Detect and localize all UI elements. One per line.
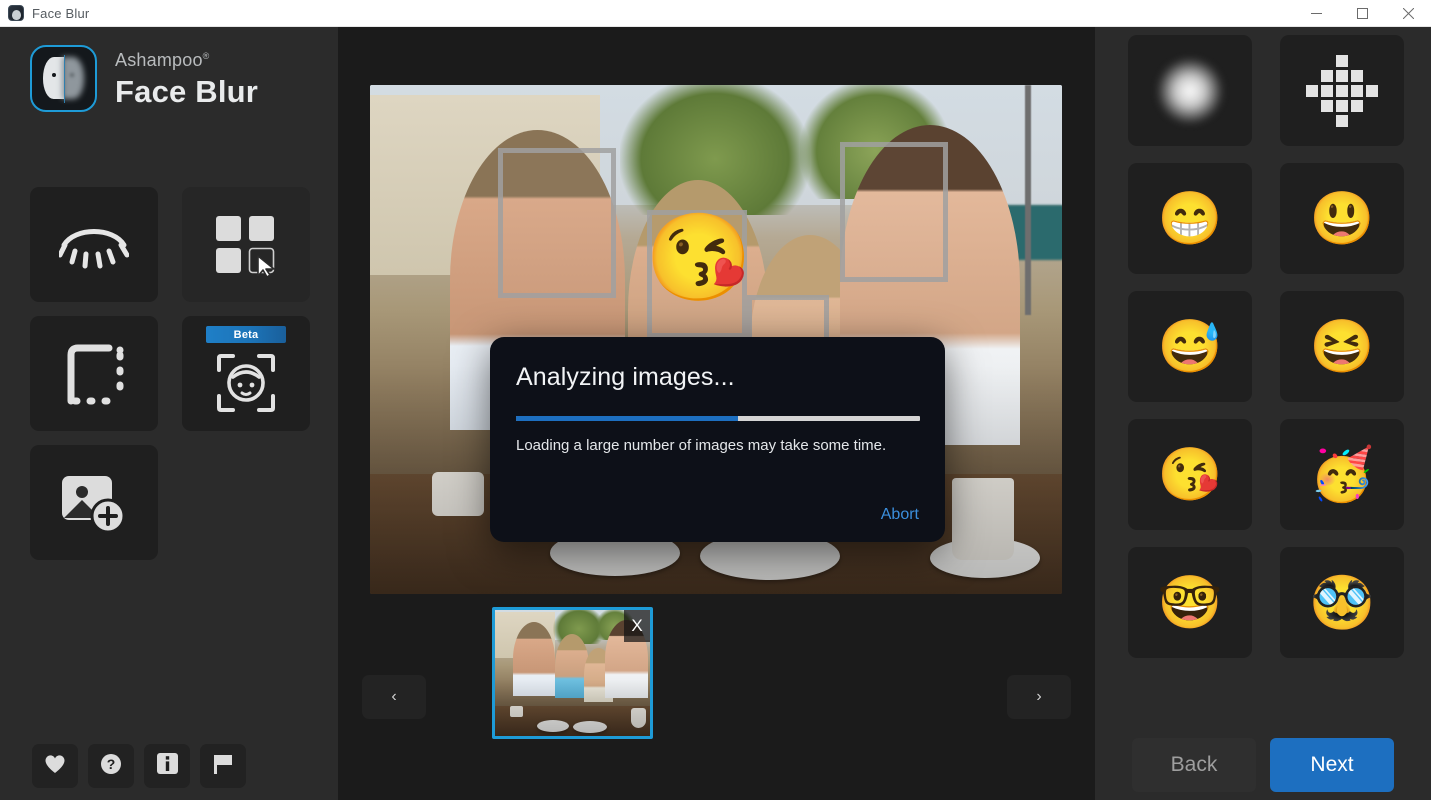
effect-disguise-button[interactable]: 🥸: [1280, 547, 1404, 658]
face-box[interactable]: [498, 148, 616, 298]
app-body: Ashampoo® Face Blur: [0, 27, 1431, 800]
pixelate-icon: [1306, 55, 1378, 127]
back-button[interactable]: Back: [1132, 738, 1256, 792]
flag-icon: [212, 753, 234, 780]
grinning-face-icon: 😃: [1310, 193, 1375, 245]
beaming-face-icon: 😁: [1158, 193, 1223, 245]
sidebar-item-select-region[interactable]: [182, 187, 310, 302]
face-detect-frame-icon: [217, 354, 275, 412]
info-square-icon: [157, 753, 178, 779]
face-blur-logo-icon: [30, 45, 97, 112]
nerd-face-icon: 🤓: [1158, 577, 1223, 629]
blur-icon: [1157, 58, 1223, 124]
window-controls: [1293, 0, 1431, 27]
brand-text: Ashampoo® Face Blur: [115, 51, 258, 107]
sidebar-item-free-selection[interactable]: [30, 316, 158, 431]
app-icon: [8, 5, 24, 21]
effects-panel: 😁 😃 😅 😆 😘 🥳 🤓 🥸: [1095, 27, 1431, 800]
party-face-icon: 🥳: [1310, 449, 1375, 501]
abort-button[interactable]: Abort: [881, 506, 919, 524]
effect-kiss-heart-button[interactable]: 😘: [1128, 419, 1252, 530]
progress-bar: [516, 416, 920, 421]
squint-laugh-face-icon: 😆: [1310, 321, 1375, 373]
grid-select-icon: [214, 214, 278, 276]
brand-vendor: Ashampoo®: [115, 51, 210, 69]
brand-vendor-label: Ashampoo: [115, 50, 203, 70]
applied-emoji-overlay[interactable]: 😘: [645, 215, 752, 301]
svg-text:?: ?: [107, 756, 116, 772]
effect-party-button[interactable]: 🥳: [1280, 419, 1404, 530]
tool-grid: Beta: [30, 187, 310, 560]
sweat-grin-face-icon: 😅: [1158, 321, 1223, 373]
sidebar-item-add-image[interactable]: [30, 445, 158, 560]
title-bar: Face Blur: [0, 0, 1431, 27]
thumbnail-item[interactable]: X: [492, 607, 653, 739]
info-button[interactable]: [144, 744, 190, 788]
next-button[interactable]: Next: [1270, 738, 1394, 792]
effect-grin-button[interactable]: 😁: [1128, 163, 1252, 274]
progress-fill: [516, 416, 738, 421]
face-box[interactable]: [840, 142, 948, 282]
canvas-area: 😘 Analyzing images... Loading a large nu…: [338, 27, 1095, 800]
effect-sweat-grin-button[interactable]: 😅: [1128, 291, 1252, 402]
window-title: Face Blur: [32, 6, 89, 21]
dashed-rectangle-icon: [61, 343, 127, 405]
closed-eye-icon: [59, 219, 129, 271]
favorite-button[interactable]: [32, 744, 78, 788]
maximize-icon[interactable]: [1339, 0, 1385, 27]
sidebar-footer: ?: [32, 744, 246, 788]
add-image-icon: [60, 472, 128, 534]
heart-icon: [44, 754, 66, 779]
minimize-icon[interactable]: [1293, 0, 1339, 27]
effect-nerd-button[interactable]: 🤓: [1128, 547, 1252, 658]
dialog-message: Loading a large number of images may tak…: [516, 437, 919, 454]
next-image-button[interactable]: ›: [1007, 675, 1071, 719]
prev-image-button[interactable]: ‹: [362, 675, 426, 719]
brand-header: Ashampoo® Face Blur: [0, 27, 338, 112]
main-image[interactable]: 😘 Analyzing images... Loading a large nu…: [370, 85, 1062, 594]
close-icon[interactable]: [1385, 0, 1431, 27]
sidebar-item-auto-detect[interactable]: Beta: [182, 316, 310, 431]
kiss-heart-face-icon: 😘: [1158, 449, 1223, 501]
question-circle-icon: ?: [100, 753, 122, 780]
help-button[interactable]: ?: [88, 744, 134, 788]
effect-squint-laugh-button[interactable]: 😆: [1280, 291, 1404, 402]
effect-grinning-button[interactable]: 😃: [1280, 163, 1404, 274]
effect-pixelate-button[interactable]: [1280, 35, 1404, 146]
wizard-buttons: Back Next: [1095, 738, 1431, 792]
dialog-title: Analyzing images...: [516, 363, 919, 392]
sidebar-item-hide-faces[interactable]: [30, 187, 158, 302]
beta-badge: Beta: [206, 326, 286, 343]
left-sidebar: Ashampoo® Face Blur: [0, 27, 338, 800]
brand-product: Face Blur: [115, 76, 258, 107]
effect-blur-button[interactable]: [1128, 35, 1252, 146]
remove-thumbnail-button[interactable]: X: [624, 610, 650, 642]
analyzing-dialog: Analyzing images... Loading a large numb…: [490, 337, 945, 542]
effects-grid: 😁 😃 😅 😆 😘 🥳 🤓 🥸: [1128, 35, 1404, 658]
report-button[interactable]: [200, 744, 246, 788]
registered-mark: ®: [203, 51, 210, 61]
disguised-face-icon: 🥸: [1310, 577, 1375, 629]
